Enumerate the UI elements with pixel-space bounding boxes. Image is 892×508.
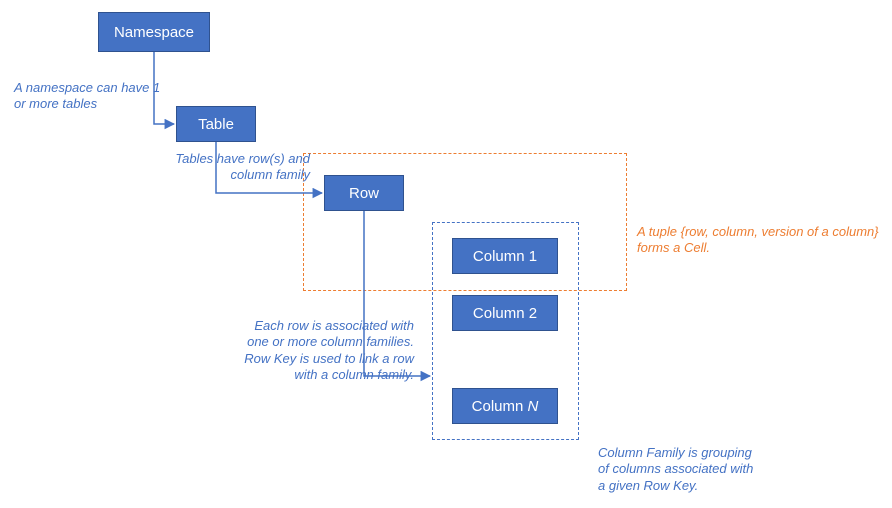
annotation-column-family: Column Family is grouping of columns ass…: [598, 445, 798, 494]
annotation-table: Tables have row(s) and column family: [150, 151, 310, 184]
node-table: Table: [176, 106, 256, 142]
group-cell: [303, 153, 627, 291]
node-namespace: Namespace: [98, 12, 210, 52]
annotation-namespace: A namespace can have 1 or more tables: [14, 80, 174, 113]
annotation-cell: A tuple {row, column, version of a colum…: [637, 224, 887, 257]
annotation-row: Each row is associated with one or more …: [218, 318, 414, 383]
